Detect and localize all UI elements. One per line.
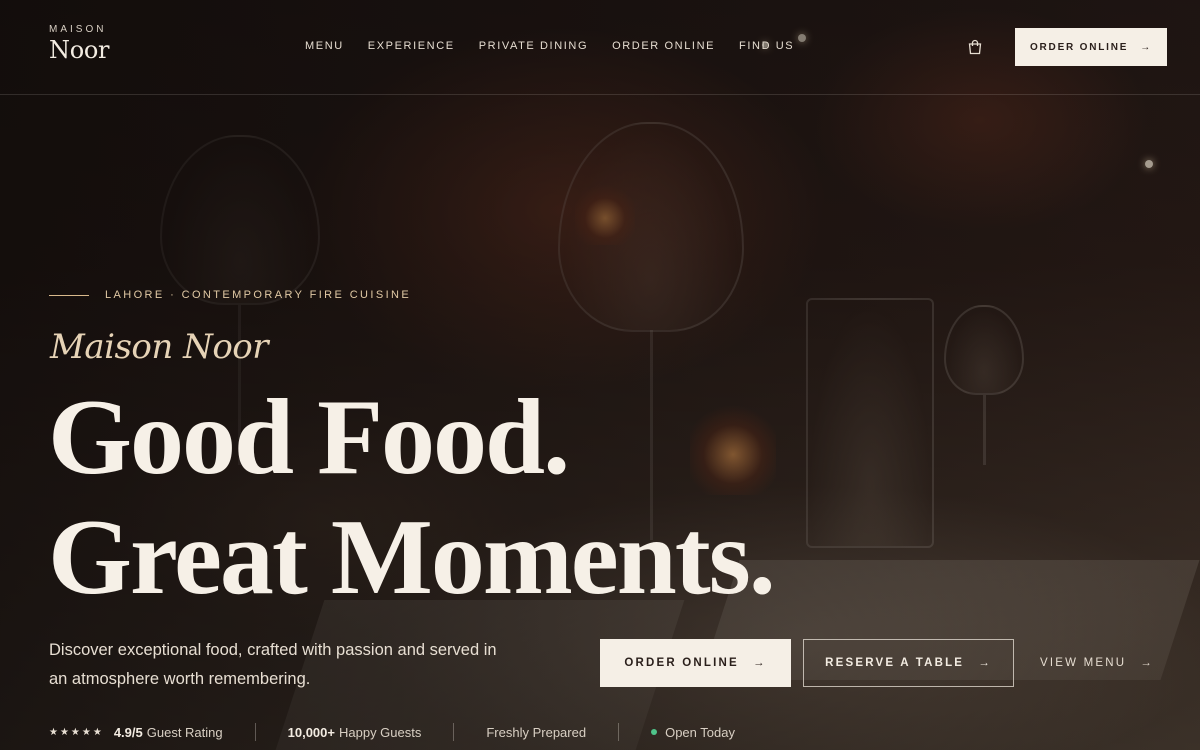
- order-online-label: ORDER ONLINE: [624, 657, 739, 669]
- headline-line-2: Great Moments.: [48, 498, 776, 617]
- rating-label: Guest Rating: [146, 724, 223, 740]
- brand-small: MAISON: [49, 24, 107, 35]
- order-online-button[interactable]: ORDER ONLINE →: [600, 639, 791, 687]
- eyebrow-text: LAHORE · CONTEMPORARY FIRE CUISINE: [105, 289, 412, 301]
- shopping-bag-icon[interactable]: [966, 38, 984, 56]
- stat-fresh: Freshly Prepared: [486, 725, 586, 740]
- eyebrow-divider: [49, 294, 89, 296]
- nav-item-menu[interactable]: MENU: [305, 40, 344, 52]
- brand-logo[interactable]: MAISON Noor: [49, 24, 109, 64]
- arrow-right-icon: →: [1140, 657, 1154, 669]
- arrow-right-icon: →: [752, 657, 767, 669]
- stat-divider: [618, 723, 620, 741]
- site-header: MAISON Noor MENU EXPERIENCE PRIVATE DINI…: [0, 0, 1200, 95]
- header-order-online-label: ORDER ONLINE: [1029, 41, 1129, 53]
- stat-divider: [254, 723, 256, 741]
- open-status-dot-icon: [651, 729, 658, 735]
- reserve-table-button[interactable]: RESERVE A TABLE →: [803, 639, 1014, 687]
- stat-rating: ★★★★★ 4.9/5 Guest Rating: [49, 725, 223, 740]
- nav-item-private-dining[interactable]: PRIVATE DINING: [479, 40, 588, 52]
- view-menu-label: VIEW MENU: [1040, 657, 1127, 669]
- header-order-online-button[interactable]: ORDER ONLINE →: [1015, 28, 1167, 66]
- brand-name: Noor: [49, 36, 110, 64]
- guests-value: 10,000+: [287, 724, 335, 740]
- arrow-right-icon: →: [978, 657, 992, 669]
- main-nav: MENU EXPERIENCE PRIVATE DINING ORDER ONL…: [305, 40, 818, 52]
- hero-eyebrow: LAHORE · CONTEMPORARY FIRE CUISINE: [49, 289, 411, 301]
- view-menu-button[interactable]: VIEW MENU →: [1032, 639, 1162, 687]
- hero-script-title: Maison Noor: [50, 327, 269, 367]
- nav-item-order-online[interactable]: ORDER ONLINE: [612, 40, 715, 52]
- fresh-label: Freshly Prepared: [486, 724, 587, 740]
- arrow-right-icon: →: [1140, 41, 1153, 53]
- stat-guests: 10,000+ Happy Guests: [288, 725, 422, 740]
- nav-item-find-us[interactable]: FIND US: [739, 40, 794, 52]
- stats-bar: ★★★★★ 4.9/5 Guest Rating 10,000+ Happy G…: [49, 722, 735, 742]
- stat-divider: [453, 723, 455, 741]
- rating-value: 4.9/5: [113, 724, 143, 740]
- headline-line-1: Good Food.: [48, 378, 570, 497]
- guests-label: Happy Guests: [338, 724, 422, 740]
- nav-item-experience[interactable]: EXPERIENCE: [368, 40, 455, 52]
- reserve-table-label: RESERVE A TABLE: [825, 657, 965, 669]
- star-rating-icon: ★★★★★: [49, 726, 104, 738]
- hero-headline: Good Food. Great Moments.: [48, 378, 776, 618]
- open-label: Open Today: [665, 724, 735, 740]
- hero-lead: Discover exceptional food, crafted with …: [49, 641, 497, 688]
- stat-open: Open Today: [651, 725, 735, 740]
